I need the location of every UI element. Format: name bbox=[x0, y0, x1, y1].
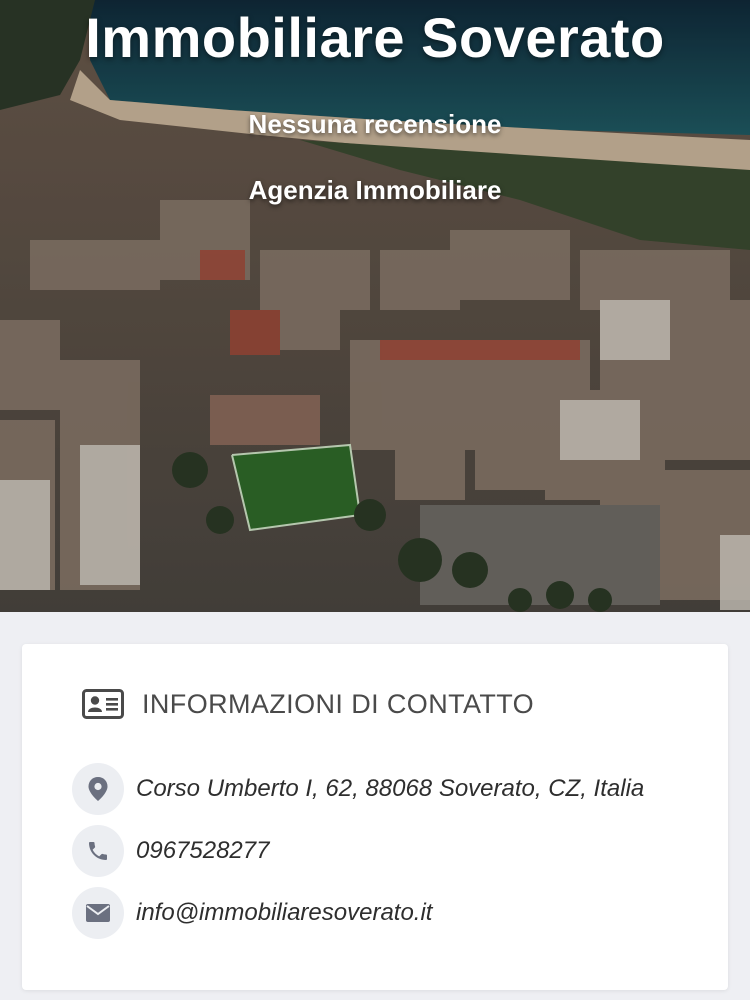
contact-email-link[interactable]: info@immobiliaresoverato.it bbox=[136, 899, 432, 927]
contact-info-card: INFORMAZIONI DI CONTATTO Corso Umberto I… bbox=[22, 644, 728, 990]
review-status: Nessuna recensione bbox=[248, 109, 502, 139]
contact-card-title: INFORMAZIONI DI CONTATTO bbox=[142, 688, 535, 719]
contact-email-row[interactable]: info@immobiliaresoverato.it bbox=[72, 885, 432, 941]
id-card-icon bbox=[82, 689, 124, 719]
business-category: Agenzia Immobiliare bbox=[248, 175, 502, 205]
envelope-icon bbox=[86, 904, 110, 922]
phone-icon bbox=[89, 842, 107, 860]
hero-overlay bbox=[0, 0, 750, 612]
business-name: Immobiliare Soverato bbox=[85, 6, 665, 69]
contact-phone-link[interactable]: 0967528277 bbox=[136, 837, 269, 865]
hero-banner: Immobiliare Soverato Nessuna recensione … bbox=[0, 0, 750, 612]
map-marker-icon bbox=[88, 777, 108, 801]
address-icon-badge bbox=[72, 763, 124, 815]
contact-phone-row[interactable]: 0967528277 bbox=[72, 823, 269, 879]
email-icon-badge bbox=[72, 887, 124, 939]
contact-address: Corso Umberto I, 62, 88068 Soverato, CZ,… bbox=[136, 775, 645, 802]
phone-icon-badge bbox=[72, 825, 124, 877]
contact-card-header: INFORMAZIONI DI CONTATTO bbox=[82, 684, 534, 724]
contact-address-row[interactable]: Corso Umberto I, 62, 88068 Soverato, CZ,… bbox=[72, 761, 644, 817]
